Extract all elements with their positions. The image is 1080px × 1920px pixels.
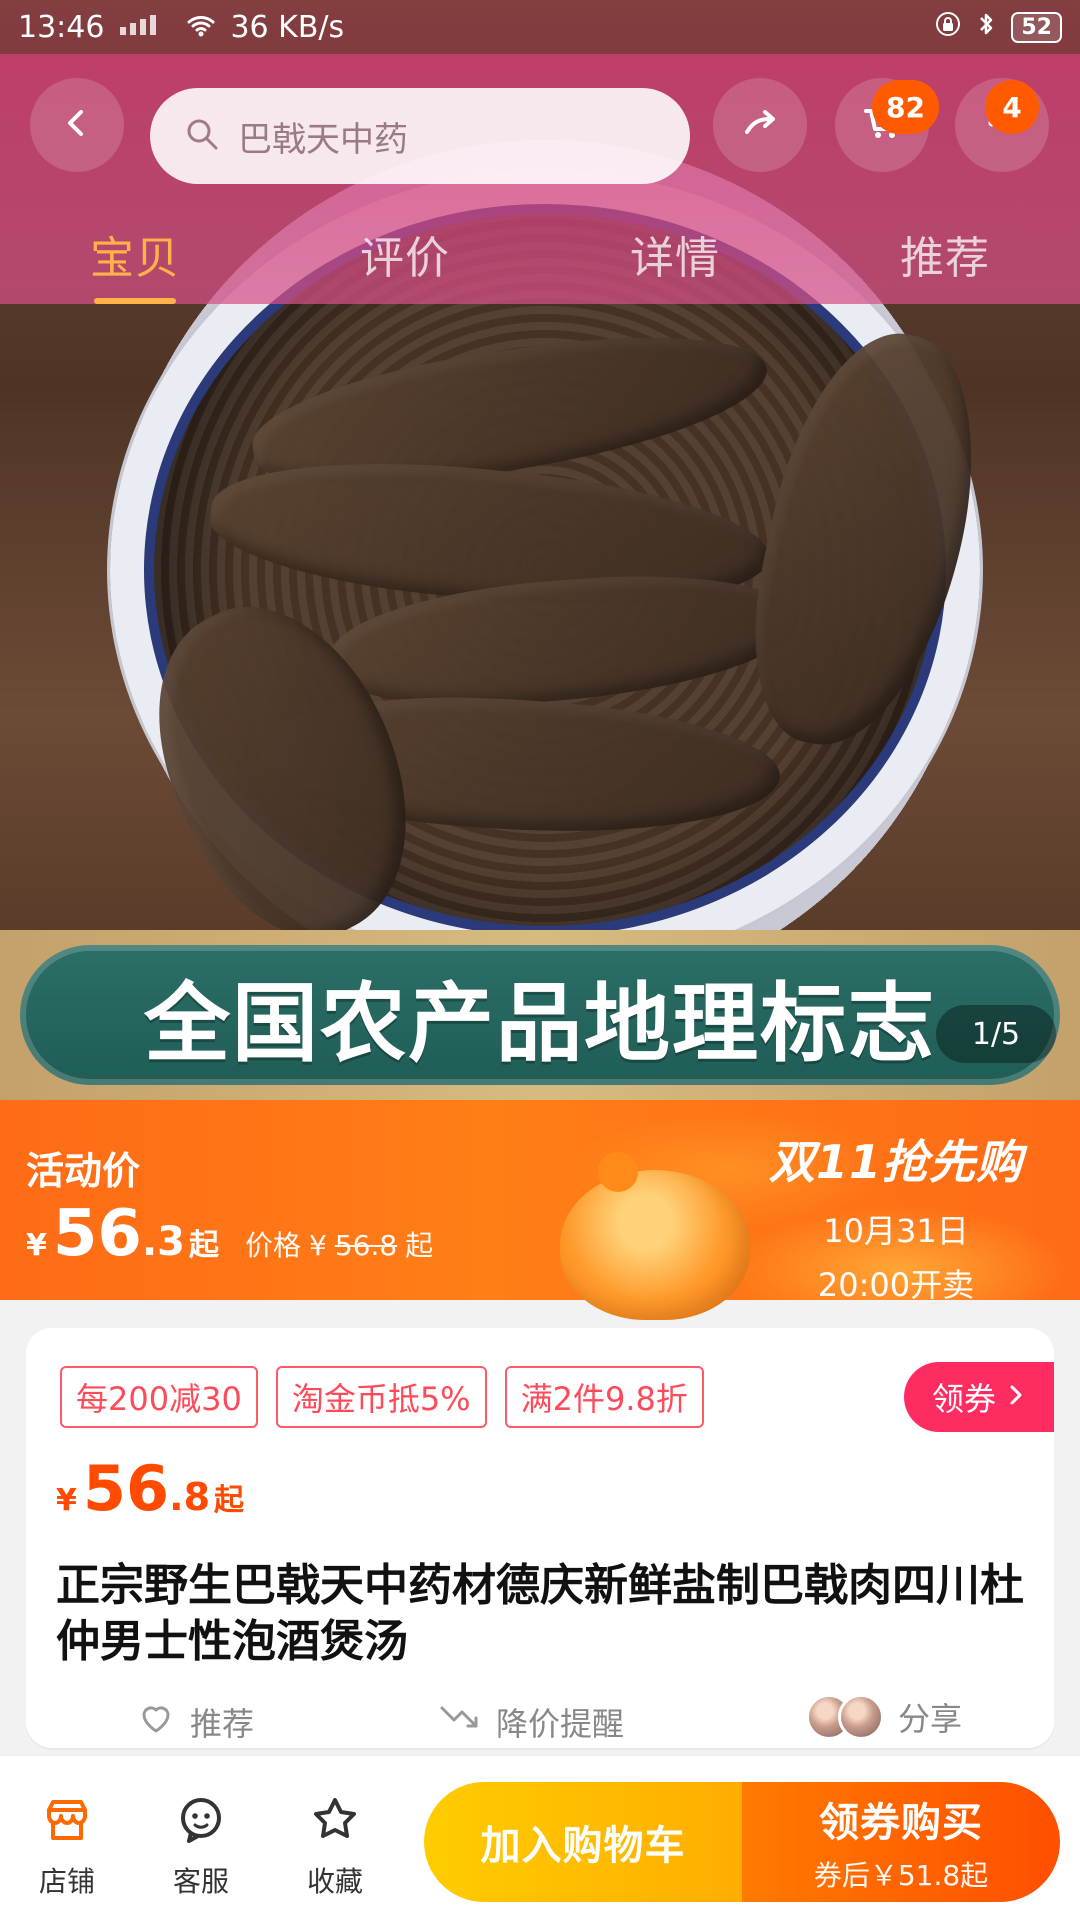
product-price-suffix: 起 xyxy=(214,1483,245,1518)
share-avatars xyxy=(806,1694,884,1740)
store-button[interactable]: 店铺 xyxy=(12,1792,122,1900)
back-button[interactable] xyxy=(30,78,124,172)
original-price: 价格 ¥ 56.8 起 xyxy=(245,1224,433,1264)
lock-icon xyxy=(935,10,961,45)
chat-icon xyxy=(173,1798,229,1852)
status-left: 13:46 36 KB/s xyxy=(18,10,344,45)
promo-price-decimal: .3 xyxy=(141,1219,185,1265)
promo-label: 活动价 xyxy=(26,1149,141,1193)
search-placeholder: 巴戟天中药 xyxy=(238,119,408,160)
product-price-integer: 56 xyxy=(82,1452,170,1525)
promo-price-integer: 56 xyxy=(52,1197,142,1271)
get-coupon-label: 领券 xyxy=(931,1380,996,1418)
chevron-left-icon xyxy=(60,106,94,144)
product-price-currency: ¥ xyxy=(56,1483,77,1518)
promo-tag[interactable]: 满2件9.8折 xyxy=(504,1366,704,1428)
avatar xyxy=(838,1694,884,1740)
tab-item[interactable]: 宝贝 xyxy=(90,222,180,304)
signal-icon xyxy=(118,10,172,45)
recommend-label: 推荐 xyxy=(190,1705,255,1743)
store-icon xyxy=(39,1800,95,1852)
event-time: 20:00开卖 xyxy=(817,1266,975,1304)
top-navigation: 巴戟天中药 82 4 宝贝 评价 详情 推荐 xyxy=(0,54,1080,304)
tab-details[interactable]: 详情 xyxy=(630,222,720,286)
buy-with-coupon-label: 领券购买 xyxy=(819,1800,983,1846)
product-info-card: 每200减30 淘金币抵5% 满2件9.8折 领券 ¥ 56 .8 起 正宗野生… xyxy=(26,1328,1054,1748)
product-tabs: 宝贝 评价 详情 推荐 xyxy=(0,204,1080,304)
geo-indication-banner: 全国农产品地理标志 xyxy=(0,930,1080,1100)
status-right: 52 xyxy=(935,10,1062,45)
event-title: 双11抢先购 xyxy=(768,1135,1023,1189)
event-date: 10月31日 xyxy=(823,1212,969,1250)
store-label: 店铺 xyxy=(38,1865,95,1898)
customer-service-label: 客服 xyxy=(172,1865,229,1898)
status-time: 13:46 xyxy=(18,9,105,45)
promo-price: ¥ 56 .3 起 价格 ¥ 56.8 起 xyxy=(26,1202,433,1266)
promo-mascot xyxy=(560,1152,750,1320)
bottom-action-bar: 店铺 客服 收藏 加入购物车 领券购买 券后￥51.8起 xyxy=(0,1755,1080,1920)
network-speed: 36 KB/s xyxy=(230,9,345,45)
product-price-decimal: .8 xyxy=(169,1475,211,1519)
geo-indication-pill: 全国农产品地理标志 xyxy=(20,945,1060,1085)
bluetooth-icon xyxy=(975,10,997,45)
buy-with-coupon-button[interactable]: 领券购买 券后￥51.8起 xyxy=(742,1782,1060,1902)
add-to-cart-label: 加入购物车 xyxy=(480,1823,686,1869)
share-action[interactable]: 分享 xyxy=(806,1694,962,1740)
product-title: 正宗野生巴戟天中药材德庆新鲜盐制巴戟肉四川杜仲男士性泡酒煲汤 xyxy=(56,1560,1024,1667)
add-to-cart-button[interactable]: 加入购物车 xyxy=(424,1782,742,1902)
product-actions: 推荐 降价提醒 分享 xyxy=(26,1688,1054,1748)
promo-currency: ¥ xyxy=(26,1228,47,1263)
original-price-value: 56.8 xyxy=(334,1229,398,1262)
tab-reviews[interactable]: 评价 xyxy=(360,222,450,286)
favorite-button[interactable]: 收藏 xyxy=(280,1792,390,1900)
top-navigation-row: 巴戟天中药 82 4 xyxy=(0,66,1080,184)
customer-service-button[interactable]: 客服 xyxy=(146,1792,256,1900)
promotion-tags: 每200减30 淘金币抵5% 满2件9.8折 xyxy=(60,1366,704,1428)
original-price-currency: ¥ xyxy=(308,1229,327,1262)
promo-tag[interactable]: 每200减30 xyxy=(60,1366,258,1428)
price-down-icon xyxy=(436,1698,482,1746)
star-icon xyxy=(307,1798,363,1852)
battery-indicator: 52 xyxy=(1011,11,1062,43)
heart-icon xyxy=(136,1698,176,1746)
share-button[interactable] xyxy=(713,78,807,172)
cart-count-badge: 82 xyxy=(872,80,939,134)
status-bar: 13:46 36 KB/s 52 xyxy=(0,0,1080,54)
price-alert-action[interactable]: 降价提醒 xyxy=(436,1698,624,1746)
original-price-label: 价格 xyxy=(244,1229,301,1262)
tab-recommend[interactable]: 推荐 xyxy=(900,222,990,286)
recommend-action[interactable]: 推荐 xyxy=(136,1698,254,1746)
message-count-badge: 4 xyxy=(985,80,1039,134)
after-coupon-price: 券后￥51.8起 xyxy=(813,1859,989,1892)
chevron-right-icon xyxy=(1006,1378,1026,1416)
product-price: ¥ 56 .8 起 xyxy=(56,1458,244,1520)
event-info: 双11抢先购 10月31日 20:00开卖 xyxy=(736,1126,1056,1306)
favorite-label: 收藏 xyxy=(306,1865,363,1898)
image-counter: 1/5 xyxy=(936,1005,1056,1063)
promo-strip: 活动价 ¥ 56 .3 起 价格 ¥ 56.8 起 双11抢先购 10月31日 … xyxy=(0,1100,1080,1320)
price-alert-label: 降价提醒 xyxy=(496,1705,625,1743)
get-coupon-button[interactable]: 领券 xyxy=(904,1362,1054,1432)
share-label: 分享 xyxy=(898,1700,963,1738)
promo-price-suffix: 起 xyxy=(188,1228,219,1263)
share-icon xyxy=(739,102,781,148)
geo-indication-text: 全国农产品地理标志 xyxy=(144,973,936,1074)
search-bar[interactable]: 巴戟天中药 xyxy=(150,88,690,184)
search-icon xyxy=(184,116,220,156)
original-price-suffix: 起 xyxy=(405,1229,434,1262)
promo-tag[interactable]: 淘金币抵5% xyxy=(275,1366,487,1428)
wifi-icon xyxy=(186,10,216,45)
